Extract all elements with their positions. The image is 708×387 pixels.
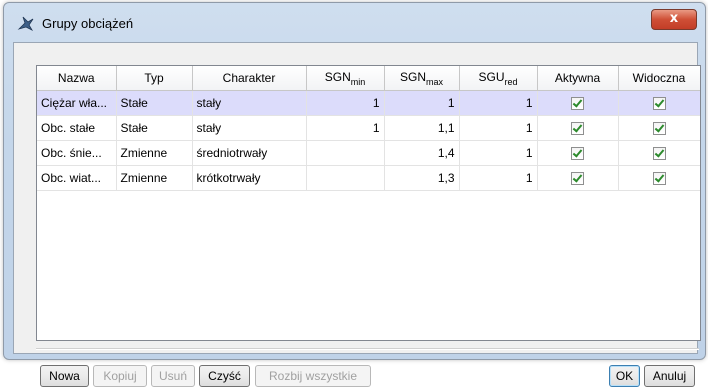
visible-checkbox[interactable] [652, 172, 666, 186]
cell-aktywna [537, 140, 619, 166]
delete-button[interactable]: Usuń [151, 365, 195, 387]
app-icon [17, 16, 34, 31]
cell-sgn-max[interactable]: 1,4 [384, 140, 460, 166]
split-all-button[interactable]: Rozbij wszystkie [255, 365, 371, 387]
table-row[interactable]: Obc. stałe Stałe stały 1 1,1 1 [37, 115, 700, 141]
cell-sgn-min[interactable]: 1 [306, 115, 385, 141]
cell-charakter[interactable]: stały [192, 115, 307, 141]
cell-sgn-min[interactable]: 1 [306, 90, 385, 116]
cell-aktywna [537, 115, 619, 141]
column-header[interactable]: Typ [116, 66, 193, 91]
cell-nazwa[interactable]: Obc. stałe [37, 115, 117, 141]
table-row[interactable]: Obc. śnie... Zmienne średniotrwały 1,4 1 [37, 140, 700, 166]
column-header-label: Charakter [222, 71, 276, 85]
column-header[interactable]: Nazwa [37, 66, 117, 91]
active-checkbox[interactable] [571, 172, 584, 186]
column-header[interactable]: SGUred [459, 66, 538, 91]
cancel-button[interactable]: Anuluj [644, 365, 695, 387]
dialog-content: Nazwa Typ Charakter SGNmin SGNmax SGUred Aktyw… [13, 42, 701, 387]
column-header-label: SGU [478, 69, 505, 84]
cell-sgu-red[interactable]: 1 [459, 90, 538, 116]
visible-checkbox[interactable] [652, 97, 666, 111]
ok-button[interactable]: OK [609, 365, 640, 387]
visible-checkbox[interactable] [652, 122, 666, 136]
cell-nazwa[interactable]: Obc. śnie... [37, 140, 117, 166]
cell-charakter[interactable]: krótkotrwały [192, 165, 307, 191]
window-title: Grupy obciążeń [42, 16, 134, 31]
column-header-label: Aktywna [554, 71, 601, 85]
column-header[interactable]: Charakter [192, 66, 307, 91]
active-checkbox[interactable] [571, 147, 584, 161]
cell-nazwa[interactable]: Ciężar wła... [37, 90, 117, 116]
cell-sgu-red[interactable]: 1 [459, 115, 538, 141]
cell-sgn-max[interactable]: 1,3 [384, 165, 460, 191]
column-header-subscript: min [350, 76, 366, 87]
cell-sgn-min[interactable] [306, 140, 385, 166]
cell-widoczna [618, 90, 700, 116]
cell-widoczna [618, 140, 700, 166]
cell-sgn-max[interactable]: 1 [384, 90, 460, 116]
cell-typ[interactable]: Zmienne [116, 165, 193, 191]
cell-aktywna [537, 90, 619, 116]
column-header-subscript: max [426, 76, 444, 87]
table-header: Nazwa Typ Charakter SGNmin SGNmax SGUred Aktyw… [37, 66, 700, 91]
column-header-subscript: red [504, 76, 518, 87]
cell-sgn-max[interactable]: 1,1 [384, 115, 460, 141]
column-header-label: Widoczna [632, 71, 686, 85]
visible-checkbox[interactable] [652, 147, 666, 161]
title-bar[interactable]: Grupy obciążeń x [4, 3, 705, 41]
close-icon: x [669, 11, 679, 26]
cell-typ[interactable]: Stałe [116, 90, 193, 116]
cell-widoczna [618, 115, 700, 141]
column-header[interactable]: SGNmin [306, 66, 385, 91]
load-groups-table[interactable]: Nazwa Typ Charakter SGNmin SGNmax SGUred Aktyw… [36, 65, 701, 341]
cell-sgn-min[interactable] [306, 165, 385, 191]
cell-sgu-red[interactable]: 1 [459, 140, 538, 166]
clear-button[interactable]: Czyść [199, 365, 250, 387]
dialog-window: Grupy obciążeń x Nazwa Typ Charakter SGNmin… [3, 2, 706, 387]
cell-nazwa[interactable]: Obc. wiat... [37, 165, 117, 191]
active-checkbox[interactable] [571, 97, 584, 111]
cell-sgu-red[interactable]: 1 [459, 165, 538, 191]
cell-widoczna [618, 165, 700, 191]
cell-typ[interactable]: Zmienne [116, 140, 193, 166]
divider [36, 348, 699, 350]
table-row[interactable]: Obc. wiat... Zmienne krótkotrwały 1,3 1 [37, 165, 700, 191]
column-header-label: Nazwa [57, 71, 95, 85]
cell-aktywna [537, 165, 619, 191]
cell-charakter[interactable]: średniotrwały [192, 140, 307, 166]
close-button[interactable]: x [651, 9, 697, 30]
column-header[interactable]: Widoczna [618, 66, 700, 91]
column-header-label: Typ [144, 71, 164, 85]
column-header-label: SGN [324, 69, 351, 84]
column-header[interactable]: SGNmax [384, 66, 460, 91]
cell-typ[interactable]: Stałe [116, 115, 193, 141]
table-row[interactable]: Ciężar wła... Stałe stały 1 1 1 [37, 90, 700, 116]
cell-charakter[interactable]: stały [192, 90, 307, 116]
copy-button[interactable]: Kopiuj [93, 365, 147, 387]
active-checkbox[interactable] [571, 122, 584, 136]
column-header[interactable]: Aktywna [537, 66, 619, 91]
column-header-label: SGN [399, 69, 426, 84]
new-button[interactable]: Nowa [40, 365, 89, 387]
table-body: Ciężar wła... Stałe stały 1 1 1 Obc. stałe Stał… [37, 90, 700, 191]
